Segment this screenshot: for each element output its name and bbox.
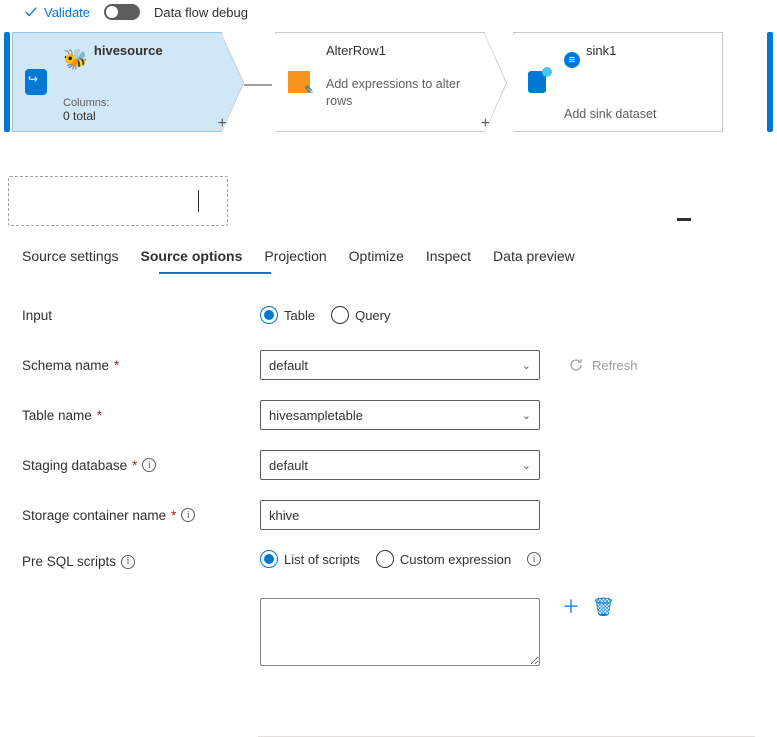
schema-label: Schema name [22, 358, 109, 373]
input-radio-query-label: Query [355, 308, 390, 323]
staging-value: default [269, 458, 308, 473]
tab-source-settings[interactable]: Source settings [22, 242, 119, 274]
tab-optimize[interactable]: Optimize [349, 242, 404, 274]
required-mark: * [97, 408, 102, 423]
presql-textarea[interactable] [260, 598, 540, 666]
columns-count: 0 total [63, 109, 211, 123]
chevron-down-icon: ⌄ [522, 359, 531, 372]
node-hivesource[interactable]: 🐝 hivesource Columns: 0 total + [12, 32, 222, 132]
columns-label: Columns: [63, 97, 211, 109]
info-icon[interactable]: i [181, 508, 195, 522]
table-select[interactable]: hivesampletable ⌄ [260, 400, 540, 430]
chevron-down-icon: ⌄ [522, 409, 531, 422]
presql-radio-custom[interactable]: Custom expression [376, 550, 511, 568]
tabs: Source settings Source options Projectio… [0, 226, 777, 274]
info-icon[interactable]: i [121, 555, 135, 569]
sink-badge-icon: ≡ [564, 52, 580, 68]
table-label: Table name [22, 408, 92, 423]
node-title: hivesource [94, 43, 163, 58]
tab-underline [159, 272, 271, 274]
node-alterrow1[interactable]: AlterRow1 Add expressions to alter rows … [275, 32, 485, 132]
tab-marker [677, 218, 691, 221]
hive-icon: 🐝 [63, 47, 88, 72]
node-title: sink1 [586, 43, 616, 58]
alterrow-icon [288, 71, 310, 93]
debug-label: Data flow debug [154, 5, 248, 20]
schema-value: default [269, 358, 308, 373]
schema-select[interactable]: default ⌄ [260, 350, 540, 380]
add-script-button[interactable]: ＋ [562, 598, 580, 616]
tab-projection[interactable]: Projection [264, 242, 326, 274]
refresh-label: Refresh [592, 358, 638, 373]
refresh-button[interactable]: Refresh [568, 357, 638, 373]
table-value: hivesampletable [269, 408, 363, 423]
node-subtitle: Add sink dataset [564, 106, 712, 123]
node-sink1[interactable]: ≡ sink1 Add sink dataset [513, 32, 723, 132]
canvas-start-rail [4, 32, 10, 132]
presql-radio-list-label: List of scripts [284, 552, 360, 567]
validate-button[interactable]: Validate [24, 5, 90, 20]
tab-inspect[interactable]: Inspect [426, 242, 471, 274]
input-radio-table[interactable]: Table [260, 306, 315, 324]
canvas-end-rail [767, 32, 773, 132]
add-step-button[interactable]: + [481, 115, 490, 133]
info-icon[interactable]: i [142, 458, 156, 472]
validate-label: Validate [44, 5, 90, 20]
source-icon [25, 69, 47, 95]
staging-select[interactable]: default ⌄ [260, 450, 540, 480]
dataflow-canvas[interactable]: 🐝 hivesource Columns: 0 total + AlterRow… [0, 28, 777, 138]
connector [244, 84, 272, 86]
container-input[interactable]: khive [260, 500, 540, 530]
input-radio-query[interactable]: Query [331, 306, 390, 324]
presql-radio-list[interactable]: List of scripts [260, 550, 360, 568]
presql-label: Pre SQL scripts [22, 554, 116, 569]
text-cursor [198, 190, 199, 212]
presql-radio-custom-label: Custom expression [400, 552, 511, 567]
input-label: Input [22, 308, 52, 323]
tab-data-preview[interactable]: Data preview [493, 242, 575, 274]
add-step-button[interactable]: + [218, 115, 227, 133]
sink-icon [528, 71, 546, 93]
node-title: AlterRow1 [326, 43, 474, 58]
refresh-icon [568, 357, 584, 373]
delete-script-button[interactable]: 🗑 [592, 598, 615, 616]
required-mark: * [171, 508, 176, 523]
debug-toggle[interactable] [104, 4, 140, 20]
node-subtitle: Add expressions to alter rows [326, 76, 474, 110]
container-value: khive [269, 508, 299, 523]
input-radio-table-label: Table [284, 308, 315, 323]
tab-source-options[interactable]: Source options [141, 242, 243, 274]
required-mark: * [114, 358, 119, 373]
check-icon [24, 5, 38, 19]
required-mark: * [132, 458, 137, 473]
add-source-placeholder[interactable] [8, 176, 228, 226]
info-icon[interactable]: i [527, 552, 541, 566]
chevron-down-icon: ⌄ [522, 459, 531, 472]
container-label: Storage container name [22, 508, 166, 523]
staging-label: Staging database [22, 458, 127, 473]
